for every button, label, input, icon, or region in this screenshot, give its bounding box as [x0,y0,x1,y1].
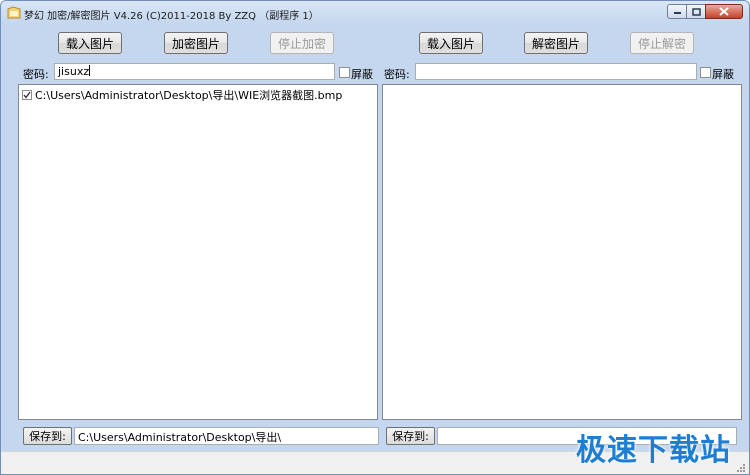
encrypt-save-to-button[interactable]: 保存到: [23,427,72,445]
decrypt-file-list[interactable] [382,84,742,420]
decrypt-mask-label: 屏蔽 [712,68,734,81]
file-checkbox[interactable] [22,90,32,100]
checkmark-icon [23,91,31,99]
maximize-button[interactable] [686,4,706,19]
encrypt-password-value: jisuxz [58,65,90,78]
decrypt-mask-checkbox[interactable] [700,67,711,78]
decrypt-save-to-button[interactable]: 保存到: [386,427,435,445]
encrypt-mask-label: 屏蔽 [351,68,373,81]
decrypt-password-input[interactable] [415,63,697,80]
stop-encrypt-button[interactable]: 停止加密 [270,32,334,54]
close-button[interactable] [705,4,743,19]
encrypt-file-list[interactable]: C:\Users\Administrator\Desktop\导出\WIE浏览器… [18,84,378,420]
maximize-icon [691,7,701,16]
decrypt-password-label: 密码: [384,68,410,81]
encrypt-password-input[interactable]: jisuxz [54,63,335,80]
list-item[interactable]: C:\Users\Administrator\Desktop\导出\WIE浏览器… [22,87,342,103]
window-controls [667,4,743,21]
encrypt-password-label: 密码: [23,68,49,81]
encrypt-mask-checkbox[interactable] [339,67,350,78]
stop-decrypt-button[interactable]: 停止解密 [630,32,694,54]
minimize-icon [673,12,681,14]
site-watermark: 极速下载站 [576,433,731,468]
decrypt-image-button[interactable]: 解密图片 [524,32,588,54]
minimize-button[interactable] [667,4,687,19]
encrypt-load-image-button[interactable]: 载入图片 [58,32,122,54]
title-bar[interactable]: 梦幻 加密/解密图片 V4.26 (C)2011-2018 By ZZQ （副程… [1,1,749,25]
resize-grip-icon[interactable] [735,462,746,473]
encrypt-image-button[interactable]: 加密图片 [164,32,228,54]
window-title: 梦幻 加密/解密图片 V4.26 (C)2011-2018 By ZZQ （副程… [24,11,319,22]
close-icon [719,7,729,16]
encrypt-save-path-input[interactable]: C:\Users\Administrator\Desktop\导出\ [74,427,379,445]
app-window: 梦幻 加密/解密图片 V4.26 (C)2011-2018 By ZZQ （副程… [0,0,750,475]
file-path: C:\Users\Administrator\Desktop\导出\WIE浏览器… [35,89,343,102]
text-caret [89,65,91,76]
encrypt-save-path: C:\Users\Administrator\Desktop\导出\ [78,431,282,444]
decrypt-load-image-button[interactable]: 载入图片 [419,32,483,54]
app-icon [7,6,21,19]
